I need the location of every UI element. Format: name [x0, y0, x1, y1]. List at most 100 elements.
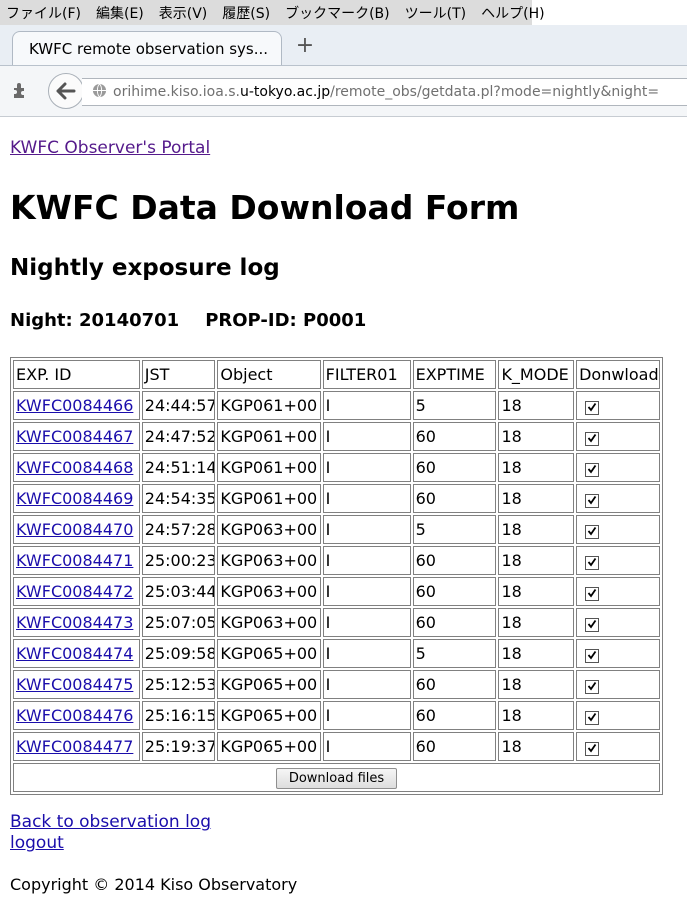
checkmark-icon	[587, 557, 597, 567]
download-checkbox[interactable]	[585, 463, 600, 477]
object-cell: KGP065+00	[217, 701, 321, 730]
header-filter01: FILTER01	[322, 360, 411, 389]
menu-bar: ファイル(F) 編集(E) 表示(V) 履歴(S) ブックマーク(B) ツール(…	[0, 0, 545, 25]
checkmark-icon	[587, 495, 597, 505]
jst-cell: 24:47:52	[141, 422, 216, 451]
menu-file[interactable]: ファイル(F)	[0, 3, 89, 23]
kmode-cell: 18	[498, 639, 575, 668]
download-checkbox-cell	[576, 422, 660, 451]
checkmark-icon	[587, 433, 597, 443]
jst-cell: 25:09:58	[141, 639, 216, 668]
table-row: KWFC0084474 25:09:58 KGP065+00 I 5 18	[13, 639, 660, 668]
kmode-cell: 18	[498, 670, 575, 699]
menu-history[interactable]: 履歴(S)	[215, 3, 278, 23]
jst-cell: 25:03:44	[141, 577, 216, 606]
download-checkbox[interactable]	[585, 587, 600, 601]
exp-id-link[interactable]: KWFC0084467	[16, 427, 133, 446]
download-checkbox-cell	[576, 391, 660, 420]
url-bar[interactable]: orihime.kiso.ioa.s. u-tokyo.ac.jp/remote_…	[82, 78, 687, 106]
download-checkbox-cell	[576, 453, 660, 482]
header-k-mode: K_MODE	[498, 360, 575, 389]
object-cell: KGP063+00	[217, 515, 321, 544]
kmode-cell: 18	[498, 701, 575, 730]
table-row: KWFC0084477 25:19:37 KGP065+00 I 60 18	[13, 732, 660, 761]
filter-cell: I	[322, 484, 411, 513]
checkmark-icon	[587, 619, 597, 629]
exp-id-cell: KWFC0084468	[13, 453, 140, 482]
back-arrow-icon	[56, 82, 76, 100]
exp-id-cell: KWFC0084476	[13, 701, 140, 730]
back-button[interactable]	[48, 73, 84, 109]
exp-id-link[interactable]: KWFC0084470	[16, 520, 133, 539]
download-checkbox[interactable]	[585, 649, 600, 663]
object-cell: KGP065+00	[217, 732, 321, 761]
exp-id-cell: KWFC0084469	[13, 484, 140, 513]
globe-icon	[92, 83, 107, 102]
download-checkbox[interactable]	[585, 494, 600, 508]
exp-id-cell: KWFC0084477	[13, 732, 140, 761]
exp-id-link[interactable]: KWFC0084469	[16, 489, 133, 508]
jst-cell: 25:07:05	[141, 608, 216, 637]
download-checkbox[interactable]	[585, 401, 600, 415]
checkmark-icon	[587, 712, 597, 722]
download-checkbox[interactable]	[585, 680, 600, 694]
menu-view[interactable]: 表示(V)	[152, 3, 216, 23]
browser-tab[interactable]: KWFC remote observation sys...	[12, 31, 282, 65]
download-checkbox-cell	[576, 484, 660, 513]
menu-help[interactable]: ヘルプ(H)	[474, 3, 552, 23]
jst-cell: 25:19:37	[141, 732, 216, 761]
jst-cell: 24:51:14	[141, 453, 216, 482]
tab-strip: KWFC remote observation sys... +	[0, 25, 687, 66]
exp-id-link[interactable]: KWFC0084473	[16, 613, 133, 632]
exp-id-link[interactable]: KWFC0084475	[16, 675, 133, 694]
object-cell: KGP061+00	[217, 422, 321, 451]
table-row: KWFC0084467 24:47:52 KGP061+00 I 60 18	[13, 422, 660, 451]
download-checkbox[interactable]	[585, 742, 600, 756]
download-checkbox-cell	[576, 670, 660, 699]
checkmark-icon	[587, 464, 597, 474]
exposure-log-table: EXP. ID JST Object FILTER01 EXPTIME K_MO…	[10, 357, 663, 795]
download-checkbox[interactable]	[585, 432, 600, 446]
night-label: Night: 20140701	[10, 310, 180, 331]
table-row: KWFC0084473 25:07:05 KGP063+00 I 60 18	[13, 608, 660, 637]
exp-id-link[interactable]: KWFC0084474	[16, 644, 133, 663]
new-tab-button[interactable]: +	[294, 33, 316, 59]
download-checkbox[interactable]	[585, 711, 600, 725]
download-files-button[interactable]: Download files	[275, 767, 398, 789]
filter-cell: I	[322, 546, 411, 575]
checkmark-icon	[587, 588, 597, 598]
logout-link[interactable]: logout	[10, 833, 64, 853]
exp-id-link[interactable]: KWFC0084477	[16, 737, 133, 756]
kmode-cell: 18	[498, 577, 575, 606]
exp-id-cell: KWFC0084474	[13, 639, 140, 668]
exptime-cell: 60	[412, 484, 497, 513]
puzzle-icon[interactable]	[10, 80, 32, 102]
kmode-cell: 18	[498, 391, 575, 420]
download-checkbox-cell	[576, 701, 660, 730]
download-checkbox[interactable]	[585, 618, 600, 632]
download-checkbox[interactable]	[585, 525, 600, 539]
object-cell: KGP061+00	[217, 391, 321, 420]
table-row: KWFC0084468 24:51:14 KGP061+00 I 60 18	[13, 453, 660, 482]
exp-id-link[interactable]: KWFC0084468	[16, 458, 133, 477]
download-checkbox[interactable]	[585, 556, 600, 570]
object-cell: KGP063+00	[217, 577, 321, 606]
exp-id-link[interactable]: KWFC0084476	[16, 706, 133, 725]
url-domain: u-tokyo.ac.jp	[239, 84, 331, 100]
url-path: /remote_obs/getdata.pl?mode=nightly&nigh…	[330, 84, 660, 100]
menu-edit[interactable]: 編集(E)	[89, 3, 152, 23]
download-checkbox-cell	[576, 608, 660, 637]
propid-label: PROP-ID: P0001	[205, 310, 367, 331]
object-cell: KGP065+00	[217, 670, 321, 699]
exp-id-link[interactable]: KWFC0084471	[16, 551, 133, 570]
menu-tools[interactable]: ツール(T)	[398, 3, 474, 23]
menu-bookmarks[interactable]: ブックマーク(B)	[278, 3, 398, 23]
observers-portal-link[interactable]: KWFC Observer's Portal	[10, 138, 210, 158]
download-checkbox-cell	[576, 577, 660, 606]
checkmark-icon	[587, 526, 597, 536]
table-header-row: EXP. ID JST Object FILTER01 EXPTIME K_MO…	[13, 360, 660, 389]
header-exp-id: EXP. ID	[13, 360, 140, 389]
back-to-log-link[interactable]: Back to observation log	[10, 812, 211, 832]
exp-id-link[interactable]: KWFC0084472	[16, 582, 133, 601]
exp-id-link[interactable]: KWFC0084466	[16, 396, 133, 415]
